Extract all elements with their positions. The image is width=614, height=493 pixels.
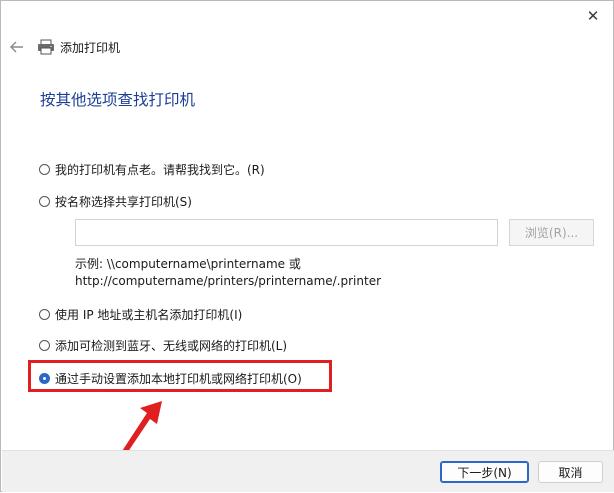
radio-button[interactable] <box>39 164 50 175</box>
annotation-highlight-box <box>28 360 332 392</box>
close-button[interactable]: ✕ <box>579 4 607 28</box>
option-ip-hostname[interactable]: 使用 IP 地址或主机名添加打印机(I) <box>39 306 242 323</box>
example-text: 示例: \\computername\printername 或 http://… <box>75 256 381 290</box>
option-label: 添加可检测到蓝牙、无线或网络的打印机(L) <box>55 339 288 353</box>
arrow-left-icon <box>10 41 23 53</box>
option-label: 使用 IP 地址或主机名添加打印机(I) <box>55 308 243 322</box>
radio-button[interactable] <box>39 340 50 351</box>
back-button[interactable] <box>7 36 27 58</box>
browse-button: 浏览(R)... <box>509 219 594 246</box>
option-label: 按名称选择共享打印机(S) <box>55 195 192 209</box>
option-old-printer[interactable]: 我的打印机有点老。请帮我找到它。(R) <box>39 161 265 178</box>
example-line-1: 示例: \\computername\printername 或 <box>75 257 301 271</box>
option-bluetooth-wireless-network[interactable]: 添加可检测到蓝牙、无线或网络的打印机(L) <box>39 337 287 354</box>
next-button[interactable]: 下一步(N) <box>440 461 529 483</box>
cancel-button[interactable]: 取消 <box>538 461 603 483</box>
wizard-title: 添加打印机 <box>60 41 121 55</box>
share-printer-path-input[interactable] <box>75 219 498 246</box>
printer-icon <box>38 39 54 55</box>
annotation-arrow-icon <box>109 401 162 474</box>
option-label: 我的打印机有点老。请帮我找到它。(R) <box>55 163 265 177</box>
option-shared-printer-by-name[interactable]: 按名称选择共享打印机(S) <box>39 193 192 210</box>
add-printer-window: ✕ 添加打印机 按其他选项查找打印机 我的打印机有点老。请帮我找到它。(R) 按… <box>0 0 614 492</box>
close-icon: ✕ <box>586 7 600 25</box>
radio-button[interactable] <box>39 309 50 320</box>
page-title: 按其他选项查找打印机 <box>40 91 196 109</box>
example-line-2: http://computername/printers/printername… <box>75 274 382 288</box>
radio-button[interactable] <box>39 196 50 207</box>
dialog-footer: 下一步(N) 取消 <box>2 450 614 492</box>
